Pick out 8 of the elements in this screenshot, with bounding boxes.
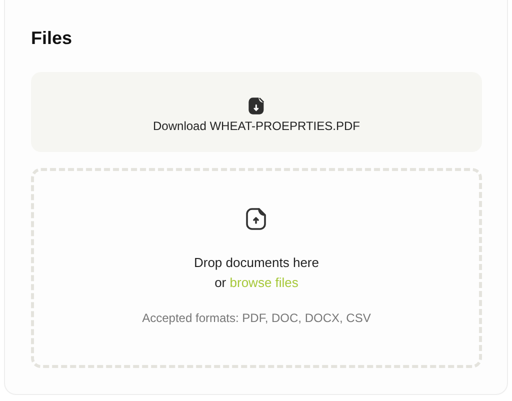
file-upload-icon xyxy=(244,207,268,231)
card-title: Files xyxy=(31,27,74,50)
drop-heading: Drop documents here xyxy=(194,254,319,272)
accepted-formats: Accepted formats: PDF, DOC, DOCX, CSV xyxy=(142,311,371,325)
drop-zone[interactable]: Drop documents here or browse files Accepted formats: PDF, DOC, DOCX, CSV xyxy=(31,168,482,368)
browse-prompt: or browse files xyxy=(214,274,298,292)
download-button[interactable]: Download WHEAT-PROEPRTIES.PDF xyxy=(31,72,482,152)
file-download-icon xyxy=(246,96,266,116)
